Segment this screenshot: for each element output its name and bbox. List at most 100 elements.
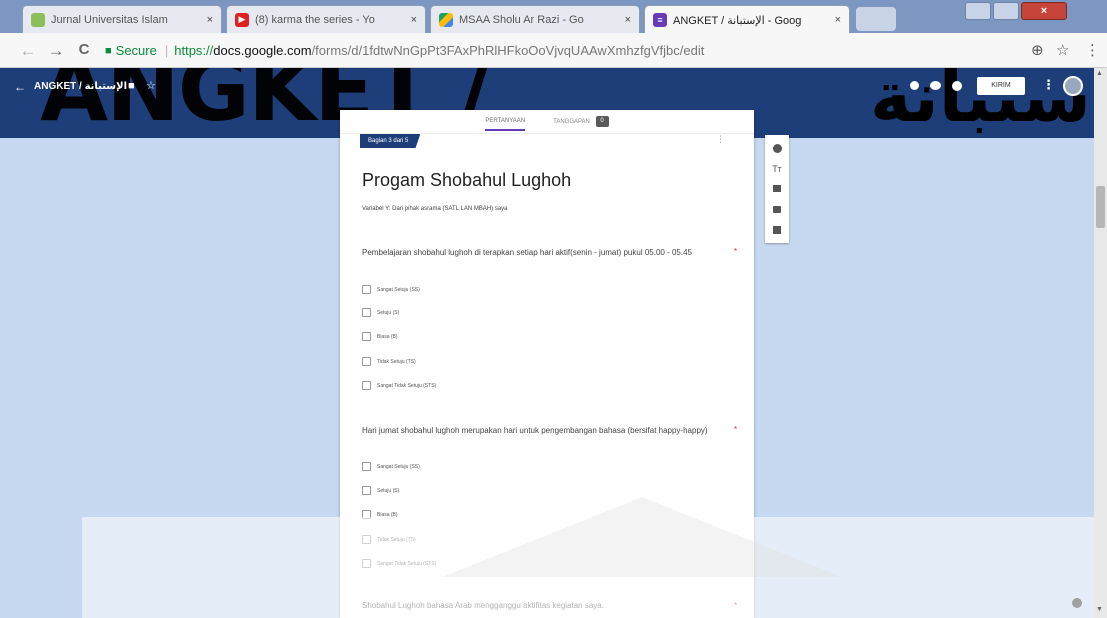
checkbox-option[interactable]: Sangat Tidak Setuju (STS) <box>362 559 436 568</box>
star-icon[interactable]: ☆ <box>146 79 156 92</box>
checkbox-option[interactable]: Sangat Setuju (SS) <box>362 462 420 471</box>
help-icon[interactable] <box>1072 598 1082 608</box>
option-label: Setuju (S) <box>377 487 400 494</box>
browser-tab-youtube[interactable]: ▶ (8) karma the series - Yo × <box>226 5 426 33</box>
forms-icon: ≡ <box>653 13 667 27</box>
question-title[interactable]: Hari jumat shobahul lughoh merupakan har… <box>362 425 722 436</box>
tab-title: Jurnal Universitas Islam <box>51 13 168 26</box>
youtube-icon: ▶ <box>235 12 249 27</box>
browser-menu-icon[interactable]: ⋮ <box>1085 41 1100 59</box>
minimize-button[interactable] <box>965 2 991 20</box>
checkbox-option[interactable]: Sangat Tidak Setuju (STS) <box>362 381 436 390</box>
url-host: docs.google.com <box>213 43 312 58</box>
option-label: Sangat Setuju (SS) <box>377 286 420 293</box>
account-avatar[interactable] <box>1063 76 1083 96</box>
checkbox[interactable] <box>362 462 371 471</box>
checkbox[interactable] <box>362 510 371 519</box>
question-title[interactable]: Shobahul Lughoh bahasa Arab mengganggu a… <box>362 601 604 610</box>
add-section-icon[interactable] <box>773 226 781 234</box>
checkbox[interactable] <box>362 285 371 294</box>
back-arrow-icon[interactable]: ← <box>14 80 26 94</box>
scroll-down-icon[interactable]: ▼ <box>1096 606 1103 613</box>
zoom-icon[interactable]: ⊕ <box>1031 41 1044 59</box>
window-close-button[interactable]: × <box>1021 2 1067 20</box>
question-title[interactable]: Pembelajaran shobahul lughoh di terapkan… <box>362 247 722 258</box>
bookmark-star-icon[interactable]: ☆ <box>1056 41 1069 59</box>
form-card: PERTANYAAN TANGGAPAN 0 Bagian 3 dari 5 ⋮… <box>340 110 754 618</box>
checkbox[interactable] <box>362 332 371 341</box>
forward-button[interactable]: → <box>46 41 66 61</box>
checkbox[interactable] <box>362 535 371 544</box>
section-tag: Bagian 3 dari 5 <box>360 134 421 148</box>
add-image-icon[interactable] <box>773 185 781 192</box>
option-label: Sangat Tidak Setuju (STS) <box>377 382 437 389</box>
send-button[interactable]: KIRIM <box>977 77 1025 95</box>
add-title-icon[interactable]: Tт <box>772 164 782 174</box>
add-video-icon[interactable] <box>773 206 781 213</box>
form-name[interactable]: ANGKET / الإستبانة <box>34 81 127 92</box>
checkbox-option[interactable]: Tidak Setuju (TS) <box>362 357 416 366</box>
checkbox[interactable] <box>362 381 371 390</box>
option-label: Setuju (S) <box>377 309 400 316</box>
checkbox-option[interactable]: Biasa (B) <box>362 332 398 341</box>
checkbox[interactable] <box>362 559 371 568</box>
settings-gear-icon[interactable] <box>952 81 962 91</box>
checkbox-option[interactable]: Tidak Setuju (TS) <box>362 535 416 544</box>
option-label: Tidak Setuju (TS) <box>377 358 416 365</box>
required-asterisk: * <box>734 601 738 610</box>
checkbox-option[interactable]: Setuju (S) <box>362 486 399 495</box>
close-icon[interactable]: × <box>625 14 631 26</box>
close-icon[interactable]: × <box>835 14 841 26</box>
maximize-button[interactable] <box>993 2 1019 20</box>
scroll-up-icon[interactable]: ▲ <box>1096 70 1103 77</box>
checkbox-option[interactable]: Biasa (B) <box>362 510 398 519</box>
checkbox-option[interactable]: Sangat Setuju (SS) <box>362 285 420 294</box>
url-protocol: https:// <box>174 43 214 58</box>
address-bar: ← → C ■ Secure | https:// docs.google.co… <box>0 33 1107 68</box>
option-label: Biasa (B) <box>377 333 398 340</box>
browser-tab-angket[interactable]: ≡ ANGKET / الإستبانة - Goog × <box>644 5 850 34</box>
browser-tab-jurnal[interactable]: Jurnal Universitas Islam × <box>22 5 222 33</box>
option-label: Sangat Setuju (SS) <box>377 463 420 470</box>
tab-questions[interactable]: PERTANYAAN <box>485 118 526 131</box>
reload-button[interactable]: C <box>74 41 94 58</box>
option-label: Tidak Setuju (TS) <box>377 536 416 543</box>
palette-icon[interactable] <box>910 81 919 90</box>
lock-icon: ■ <box>105 44 112 57</box>
section-title[interactable]: Progam Shobahul Lughoh <box>362 170 571 191</box>
back-button[interactable]: ← <box>18 41 38 61</box>
required-asterisk: * <box>734 247 738 256</box>
url-field[interactable]: ■ Secure | https:// docs.google.com /for… <box>105 38 1060 63</box>
tab-responses-label: TANGGAPAN <box>553 119 590 126</box>
section-more-icon[interactable]: ⋮ <box>716 134 727 145</box>
question-toolbar: Tт <box>765 135 789 243</box>
tab-title: ANGKET / الإستبانة - Goog <box>673 14 802 27</box>
divider: | <box>164 43 169 58</box>
secure-label: Secure <box>115 43 157 58</box>
preview-eye-icon[interactable] <box>930 81 941 90</box>
more-vert-icon[interactable]: ⋮ <box>1042 77 1055 93</box>
browser-tab-strip: Jurnal Universitas Islam × ▶ (8) karma t… <box>0 0 1107 34</box>
page-scrollbar[interactable]: ▲ ▼ <box>1094 68 1107 618</box>
url-path: /forms/d/1fdtwNnGpPt3FAxPhRlHFkoOoVjvqUA… <box>311 43 705 58</box>
close-icon[interactable]: × <box>411 14 417 26</box>
add-question-icon[interactable] <box>773 144 782 153</box>
tab-responses[interactable]: TANGGAPAN 0 <box>553 116 609 127</box>
checkbox-option[interactable]: Setuju (S) <box>362 308 399 317</box>
folder-icon[interactable]: ■ <box>128 80 135 92</box>
checkbox[interactable] <box>362 357 371 366</box>
required-asterisk: * <box>734 425 738 434</box>
scroll-thumb[interactable] <box>1096 186 1105 228</box>
checkbox[interactable] <box>362 486 371 495</box>
browser-tab-drive[interactable]: MSAA Sholu Ar Razi - Go × <box>430 5 640 33</box>
checkbox[interactable] <box>362 308 371 317</box>
option-label: Biasa (B) <box>377 511 398 518</box>
close-icon[interactable]: × <box>207 14 213 26</box>
tab-title: MSAA Sholu Ar Razi - Go <box>459 13 584 26</box>
drive-icon <box>439 12 453 27</box>
form-tabs: PERTANYAAN TANGGAPAN 0 <box>340 110 754 134</box>
section-description[interactable]: Variabel Y: Dari pihak asrama (SATL LAN … <box>362 206 508 212</box>
responses-count-badge: 0 <box>595 116 609 127</box>
option-label: Sangat Tidak Setuju (STS) <box>377 560 437 567</box>
new-tab-button[interactable] <box>856 7 896 31</box>
